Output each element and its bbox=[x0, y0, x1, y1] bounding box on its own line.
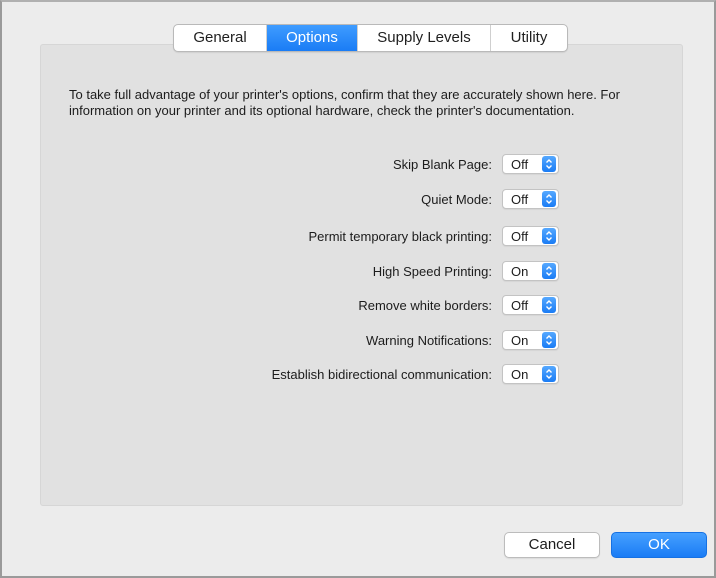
option-row-permit-temporary-black-printing: Permit temporary black printing: Off bbox=[308, 225, 559, 247]
permit-temporary-black-printing-popup[interactable]: Off bbox=[502, 226, 559, 246]
options-description: To take full advantage of your printer's… bbox=[69, 87, 620, 118]
option-row-quiet-mode: Quiet Mode: Off bbox=[421, 188, 559, 210]
option-label: Quiet Mode: bbox=[421, 191, 492, 207]
ok-button[interactable]: OK bbox=[611, 532, 707, 558]
option-row-remove-white-borders: Remove white borders: Off bbox=[358, 294, 559, 316]
popup-value: Off bbox=[511, 191, 529, 207]
chevron-up-down-icon bbox=[542, 263, 556, 279]
option-label: Warning Notifications: bbox=[366, 332, 492, 348]
tab-general[interactable]: General bbox=[174, 25, 267, 51]
warning-notifications-popup[interactable]: On bbox=[502, 330, 559, 350]
popup-value: Off bbox=[511, 228, 529, 244]
tab-bar: General Options Supply Levels Utility bbox=[173, 24, 568, 52]
popup-value: Off bbox=[511, 156, 529, 172]
remove-white-borders-popup[interactable]: Off bbox=[502, 295, 559, 315]
establish-bidirectional-communication-popup[interactable]: On bbox=[502, 364, 559, 384]
option-label: Remove white borders: bbox=[358, 297, 492, 313]
option-row-establish-bidirectional-communication: Establish bidirectional communication: O… bbox=[272, 363, 559, 385]
tab-options[interactable]: Options bbox=[267, 25, 358, 51]
chevron-up-down-icon bbox=[542, 332, 556, 348]
skip-blank-page-popup[interactable]: Off bbox=[502, 154, 559, 174]
option-label: High Speed Printing: bbox=[372, 263, 492, 279]
popup-value: Off bbox=[511, 297, 529, 313]
chevron-up-down-icon bbox=[542, 156, 556, 172]
popup-value: On bbox=[511, 366, 529, 382]
chevron-up-down-icon bbox=[542, 297, 556, 313]
tab-supply-levels[interactable]: Supply Levels bbox=[358, 25, 491, 51]
option-row-warning-notifications: Warning Notifications: On bbox=[366, 329, 559, 351]
option-label: Establish bidirectional communication: bbox=[271, 366, 492, 382]
chevron-up-down-icon bbox=[542, 366, 556, 382]
printer-options-dialog: To take full advantage of your printer's… bbox=[0, 0, 716, 578]
option-row-skip-blank-page: Skip Blank Page: Off bbox=[393, 153, 559, 175]
chevron-up-down-icon bbox=[542, 191, 556, 207]
chevron-up-down-icon bbox=[542, 228, 556, 244]
tab-utility[interactable]: Utility bbox=[491, 25, 567, 51]
quiet-mode-popup[interactable]: Off bbox=[502, 189, 559, 209]
options-panel: To take full advantage of your printer's… bbox=[40, 44, 683, 506]
cancel-button[interactable]: Cancel bbox=[504, 532, 600, 558]
popup-value: On bbox=[511, 332, 529, 348]
option-label: Permit temporary black printing: bbox=[308, 228, 492, 244]
high-speed-printing-popup[interactable]: On bbox=[502, 261, 559, 281]
option-label: Skip Blank Page: bbox=[392, 156, 492, 172]
option-row-high-speed-printing: High Speed Printing: On bbox=[373, 260, 559, 282]
popup-value: On bbox=[511, 263, 529, 279]
